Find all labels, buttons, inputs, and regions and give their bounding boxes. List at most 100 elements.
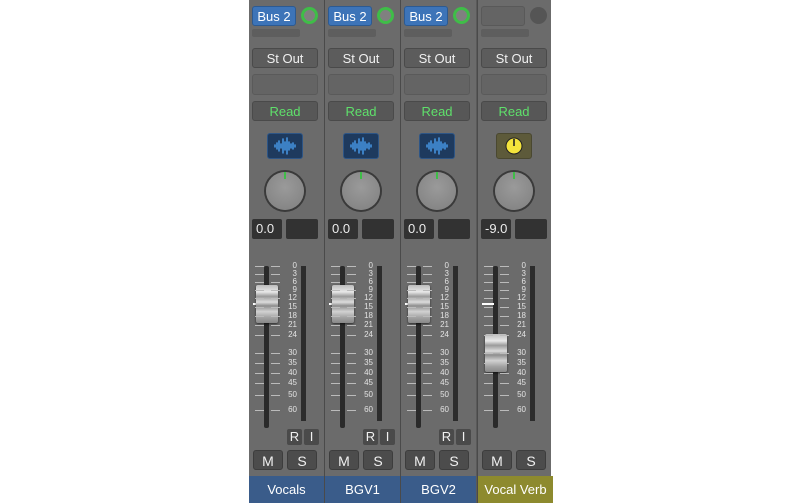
send-level-knob[interactable]: [377, 7, 394, 24]
fader-scale-tick: [255, 266, 264, 267]
fader-scale-tick: [500, 298, 509, 299]
input-monitor-button[interactable]: I: [380, 429, 395, 445]
send-slot-empty[interactable]: [481, 29, 529, 37]
fader-scale-tick: [271, 274, 280, 275]
fader-scale-tick: [407, 274, 416, 275]
fader-scale-tick: [347, 325, 356, 326]
aux-knob-icon[interactable]: [496, 133, 532, 159]
output-button[interactable]: St Out: [481, 48, 547, 68]
mute-button[interactable]: M: [329, 450, 359, 470]
track-name[interactable]: Vocals: [249, 476, 324, 503]
fader-scale-tick: [255, 383, 264, 384]
fader-scale-tick: [500, 325, 509, 326]
record-enable-button[interactable]: R: [287, 429, 302, 445]
record-enable-button[interactable]: R: [439, 429, 454, 445]
fader-scale-label: 24: [288, 330, 297, 339]
solo-button[interactable]: S: [439, 450, 469, 470]
fader-scale-tick: [255, 316, 264, 317]
fader-scale-tick: [255, 307, 264, 308]
volume-fader[interactable]: 0 3 6 9 12 15 18 21 24 30 35 40 45 50 60: [325, 258, 400, 428]
mute-button[interactable]: M: [482, 450, 512, 470]
automation-mode-button[interactable]: Read: [328, 101, 394, 121]
fader-scale-label: 30: [440, 348, 449, 357]
automation-mode-button[interactable]: Read: [404, 101, 470, 121]
fader-scale-tick: [423, 410, 432, 411]
waveform-icon[interactable]: [267, 133, 303, 159]
record-enable-button[interactable]: R: [363, 429, 378, 445]
send-level-knob[interactable]: [530, 7, 547, 24]
fader-scale-tick: [484, 363, 493, 364]
fader-scale-label: 30: [517, 348, 526, 357]
fader-scale-tick: [255, 274, 264, 275]
fader-scale-tick: [500, 363, 509, 364]
group-slot[interactable]: [481, 74, 547, 95]
send-slot-button[interactable]: Bus 2: [404, 6, 448, 26]
track-name[interactable]: BGV1: [325, 476, 400, 503]
send-slot-empty[interactable]: [252, 29, 300, 37]
group-slot[interactable]: [328, 74, 394, 95]
send-slot-button[interactable]: Bus 2: [328, 6, 372, 26]
fader-scale-tick: [407, 325, 416, 326]
fader-scale-tick: [423, 395, 432, 396]
group-slot[interactable]: [252, 74, 318, 95]
channel-strip-bgv1: Bus 2 St Out Read 0.0 0 3 6 9 12 15 18 2…: [325, 0, 400, 503]
send-level-knob[interactable]: [453, 7, 470, 24]
fader-scale-tick: [484, 373, 493, 374]
send-slot-empty[interactable]: [404, 29, 452, 37]
track-name[interactable]: Vocal Verb: [478, 476, 553, 503]
pan-knob[interactable]: [266, 172, 304, 210]
volume-fader[interactable]: 0 3 6 9 12 15 18 21 24 30 35 40 45 50 60: [249, 258, 324, 428]
send-slot-button[interactable]: [481, 6, 525, 26]
fader-scale-tick: [407, 290, 416, 291]
input-monitor-button[interactable]: I: [304, 429, 319, 445]
fader-scale-label: 60: [364, 405, 373, 414]
fader-scale-label: 50: [364, 390, 373, 399]
volume-fader[interactable]: 0 3 6 9 12 15 18 21 24 30 35 40 45 50 60: [478, 258, 553, 428]
fader-scale-tick: [484, 335, 493, 336]
solo-button[interactable]: S: [287, 450, 317, 470]
volume-fader[interactable]: 0 3 6 9 12 15 18 21 24 30 35 40 45 50 60: [401, 258, 476, 428]
fader-scale-tick: [423, 353, 432, 354]
pan-knob[interactable]: [495, 172, 533, 210]
input-monitor-button[interactable]: I: [456, 429, 471, 445]
fader-scale-label: 24: [517, 330, 526, 339]
waveform-icon[interactable]: [419, 133, 455, 159]
send-slot-empty[interactable]: [328, 29, 376, 37]
mute-button[interactable]: M: [405, 450, 435, 470]
group-slot[interactable]: [404, 74, 470, 95]
fader-scale-tick: [331, 383, 340, 384]
automation-mode-button[interactable]: Read: [252, 101, 318, 121]
solo-button[interactable]: S: [516, 450, 546, 470]
fader-scale-tick: [347, 298, 356, 299]
unity-marker: [482, 303, 494, 305]
pan-knob[interactable]: [418, 172, 456, 210]
solo-button[interactable]: S: [363, 450, 393, 470]
fader-scale-tick: [271, 290, 280, 291]
level-meter: [377, 266, 382, 421]
mute-button[interactable]: M: [253, 450, 283, 470]
fader-scale-tick: [484, 298, 493, 299]
fader-scale-tick: [423, 325, 432, 326]
send-level-knob[interactable]: [301, 7, 318, 24]
output-button[interactable]: St Out: [328, 48, 394, 68]
output-button[interactable]: St Out: [404, 48, 470, 68]
send-slot-button[interactable]: Bus 2: [252, 6, 296, 26]
fader-scale-tick: [500, 383, 509, 384]
fader-scale-tick: [407, 335, 416, 336]
waveform-icon[interactable]: [343, 133, 379, 159]
automation-mode-button[interactable]: Read: [481, 101, 547, 121]
fader-scale-tick: [331, 395, 340, 396]
fader-scale-tick: [271, 307, 280, 308]
fader-scale-tick: [484, 316, 493, 317]
output-button[interactable]: St Out: [252, 48, 318, 68]
fader-scale-tick: [423, 383, 432, 384]
fader-scale-tick: [347, 274, 356, 275]
fader-scale-tick: [255, 325, 264, 326]
fader-scale-tick: [423, 298, 432, 299]
track-name[interactable]: BGV2: [401, 476, 476, 503]
fader-scale-tick: [331, 335, 340, 336]
fader-scale-tick: [407, 316, 416, 317]
fader-scale-label: 45: [517, 378, 526, 387]
pan-knob[interactable]: [342, 172, 380, 210]
fader-scale-tick: [271, 335, 280, 336]
